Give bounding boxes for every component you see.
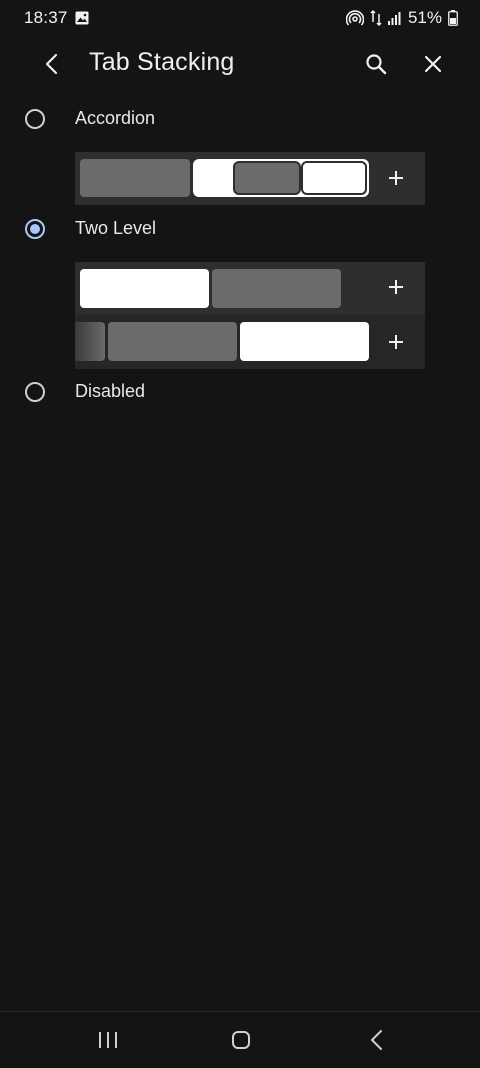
radio-accordion[interactable] [25,109,45,129]
signal-icon [387,12,401,25]
preview-tab [108,322,237,361]
preview-tab [212,269,341,308]
back-arrow-icon [45,53,58,75]
preview-accordion [75,152,425,205]
home-icon[interactable] [230,1029,252,1051]
close-button[interactable] [415,46,451,82]
battery-percent: 51% [407,8,442,27]
option-disabled[interactable]: Disabled [0,372,480,416]
option-two-level[interactable]: Two Level [0,209,480,253]
battery-icon [448,10,458,26]
option-label: Two Level [75,218,157,238]
plus-icon [386,277,406,297]
status-icons: 51% [345,8,458,28]
preview-tab [233,161,301,195]
hotspot-icon [345,10,364,26]
search-button[interactable] [358,46,394,82]
option-label: Accordion [75,108,156,128]
preview-tab [75,322,105,361]
preview-tab-active [80,269,209,308]
preview-two-level-bottom [75,315,425,369]
plus-icon [386,168,406,188]
page-title: Tab Stacking [89,48,235,76]
preview-tab [80,159,190,197]
radio-disabled[interactable] [25,382,45,402]
preview-tab-active [301,161,367,195]
option-label: Disabled [75,381,146,401]
radio-two-level[interactable] [25,219,45,239]
option-accordion[interactable]: Accordion [0,99,480,143]
preview-two-level-top [75,262,425,315]
search-icon [366,54,387,75]
recents-icon[interactable] [97,1030,119,1050]
data-arrows-icon [370,9,382,27]
preview-tab-active [240,322,369,361]
close-icon [424,55,442,73]
app-header: Tab Stacking [0,36,480,92]
plus-icon [386,332,406,352]
gallery-icon [75,11,89,25]
status-time: 18:37 [24,8,68,27]
status-bar: 18:37 51% [0,0,480,36]
system-nav-bar [0,1011,480,1068]
back-button[interactable] [34,46,70,82]
back-icon[interactable] [366,1028,388,1052]
